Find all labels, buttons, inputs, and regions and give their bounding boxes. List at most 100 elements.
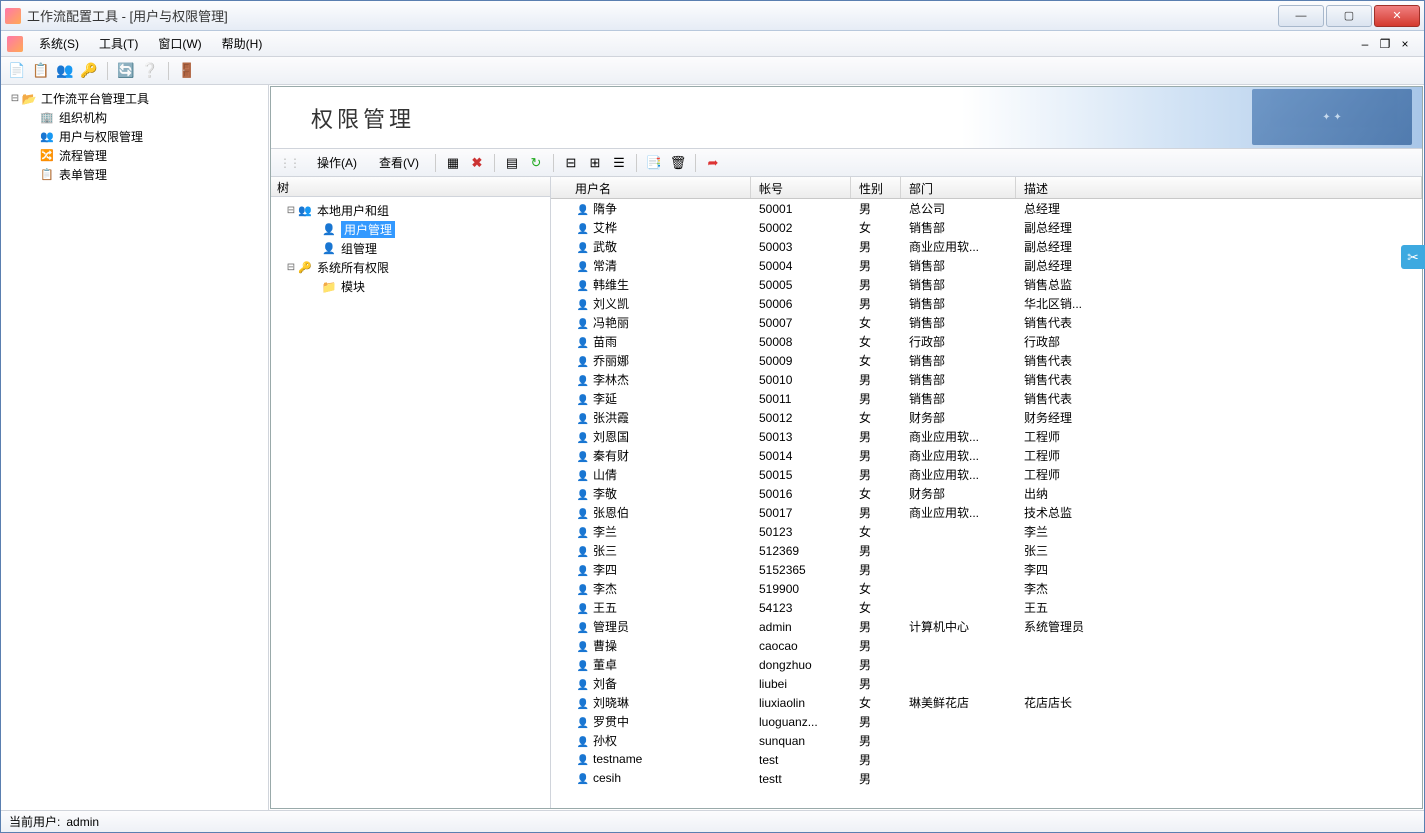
mdi-restore-button[interactable]: ❐ [1378,37,1392,51]
mdi-close-button[interactable]: × [1398,37,1412,51]
exit-icon[interactable]: 🚪 [179,63,195,79]
tree-node-local-users[interactable]: ⊟ 本地用户和组 [273,201,548,220]
table-row[interactable]: 张三 512369 男 张三 [551,541,1422,560]
nav-tree-label: 流程管理 [59,147,107,164]
table-row[interactable]: 刘备 liubei 男 [551,674,1422,693]
menu-help[interactable]: 帮助(H) [212,31,273,56]
table-row[interactable]: cesih testt 男 [551,769,1422,788]
cell-gender: 女 [851,333,901,350]
table-row[interactable]: 乔丽娜 50009 女 销售部 销售代表 [551,351,1422,370]
table-row[interactable]: 韩维生 50005 男 销售部 销售总监 [551,275,1422,294]
delete-icon[interactable]: ✖ [468,154,486,172]
menu-operate[interactable]: 操作(A) [309,151,365,174]
cell-desc: 出纳 [1016,485,1422,502]
mdi-minimize-button[interactable]: – [1358,37,1372,51]
column-header-account[interactable]: 帐号 [751,177,851,198]
table-row[interactable]: 董卓 dongzhuo 男 [551,655,1422,674]
table-row[interactable]: 苗雨 50008 女 行政部 行政部 [551,332,1422,351]
table-row[interactable]: 艾桦 50002 女 销售部 副总经理 [551,218,1422,237]
menu-system[interactable]: 系统(S) [29,31,89,56]
table-row[interactable]: 刘晓琳 liuxiaolin 女 琳美鲜花店 花店店长 [551,693,1422,712]
collapse-icon[interactable]: ⊟ [9,93,21,104]
cell-gender: 女 [851,352,901,369]
users-icon [39,129,55,145]
tree-expand-icon[interactable]: ⊞ [586,154,604,172]
table-row[interactable]: 张洪霞 50012 女 财务部 财务经理 [551,408,1422,427]
table-row[interactable]: 秦有财 50014 男 商业应用软... 工程师 [551,446,1422,465]
remove-icon[interactable]: 🗑 [669,154,687,172]
table-row[interactable]: 李延 50011 男 销售部 销售代表 [551,389,1422,408]
table-row[interactable]: 李林杰 50010 男 销售部 销售代表 [551,370,1422,389]
cell-username: 冯艳丽 [593,316,629,330]
table-row[interactable]: 孙权 sunquan 男 [551,731,1422,750]
tree-node-all-permissions[interactable]: ⊟ 系统所有权限 [273,258,548,277]
user-icon [321,241,337,257]
table-row[interactable]: 罗贯中 luoguanz... 男 [551,712,1422,731]
app-icon [5,8,21,24]
table-row[interactable]: 冯艳丽 50007 女 销售部 销售代表 [551,313,1422,332]
cell-gender: 女 [851,485,901,502]
cell-desc: 总经理 [1016,200,1422,217]
table-body[interactable]: 隋争 50001 男 总公司 总经理 艾桦 50002 女 销售部 副总经理 武… [551,199,1422,808]
table-row[interactable]: 李四 5152365 男 李四 [551,560,1422,579]
titlebar: 工作流配置工具 - [用户与权限管理] — ▢ ✕ [1,1,1424,31]
menu-tools[interactable]: 工具(T) [89,31,148,56]
grid-icon[interactable]: ▦ [444,154,462,172]
cell-gender: 男 [851,238,901,255]
table-row[interactable]: 刘义凯 50006 男 销售部 华北区销... [551,294,1422,313]
help-icon[interactable]: ❔ [142,63,158,79]
cell-desc: 副总经理 [1016,257,1422,274]
cell-username: 张恩伯 [593,506,629,520]
menu-view[interactable]: 查看(V) [371,151,427,174]
new-icon[interactable]: 📄 [9,63,25,79]
column-header-desc[interactable]: 描述 [1016,177,1422,198]
column-header-gender[interactable]: 性别 [851,177,901,198]
table-row[interactable]: 管理员 admin 男 计算机中心 系统管理员 [551,617,1422,636]
close-button[interactable]: ✕ [1374,5,1420,27]
table-row[interactable]: 李敬 50016 女 财务部 出纳 [551,484,1422,503]
open-icon[interactable]: 📋 [33,63,49,79]
table-row[interactable]: 武敬 50003 男 商业应用软... 副总经理 [551,237,1422,256]
copy-icon[interactable]: 📑 [645,154,663,172]
table-row[interactable]: 曹操 caocao 男 [551,636,1422,655]
table-row[interactable]: 山倩 50015 男 商业应用软... 工程师 [551,465,1422,484]
export-icon[interactable]: ➦ [704,154,722,172]
cell-account: 50001 [751,202,851,216]
share-widget-icon[interactable]: ✂ [1401,245,1425,269]
inner-tree-item[interactable]: 模块 [273,277,548,296]
table-row[interactable]: 李杰 519900 女 李杰 [551,579,1422,598]
cell-account: admin [751,620,851,634]
properties-icon[interactable]: ▤ [503,154,521,172]
nav-tree-item[interactable]: 组织机构 [3,108,266,127]
tree-root[interactable]: ⊟ 工作流平台管理工具 [3,89,266,108]
list-icon[interactable]: ☰ [610,154,628,172]
column-header-username[interactable]: 用户名 [551,177,751,198]
maximize-button[interactable]: ▢ [1326,5,1372,27]
table-row[interactable]: 常清 50004 男 销售部 副总经理 [551,256,1422,275]
nav-tree-label: 表单管理 [59,166,107,183]
inner-tree-item[interactable]: 组管理 [273,239,548,258]
nav-tree-item[interactable]: 表单管理 [3,165,266,184]
table-row[interactable]: 王五 54123 女 王五 [551,598,1422,617]
menu-window[interactable]: 窗口(W) [148,31,211,56]
refresh-icon[interactable]: 🔄 [118,63,134,79]
refresh-icon[interactable]: ↻ [527,154,545,172]
table-row[interactable]: 隋争 50001 男 总公司 总经理 [551,199,1422,218]
users-tool-icon[interactable]: 👥 [57,63,73,79]
person-icon [575,260,591,274]
collapse-icon[interactable]: ⊟ [285,205,297,216]
inner-tree-item[interactable]: 用户管理 [273,220,548,239]
nav-tree-item[interactable]: 用户与权限管理 [3,127,266,146]
table-row[interactable]: 李兰 50123 女 李兰 [551,522,1422,541]
tree-collapse-icon[interactable]: ⊟ [562,154,580,172]
nav-tree-item[interactable]: 流程管理 [3,146,266,165]
table-row[interactable]: testname test 男 [551,750,1422,769]
person-icon [575,545,591,559]
tree-label: 本地用户和组 [317,202,389,219]
table-row[interactable]: 刘恩国 50013 男 商业应用软... 工程师 [551,427,1422,446]
column-header-dept[interactable]: 部门 [901,177,1016,198]
permissions-tool-icon[interactable]: 🔑 [81,63,97,79]
collapse-icon[interactable]: ⊟ [285,262,297,273]
minimize-button[interactable]: — [1278,5,1324,27]
table-row[interactable]: 张恩伯 50017 男 商业应用软... 技术总监 [551,503,1422,522]
